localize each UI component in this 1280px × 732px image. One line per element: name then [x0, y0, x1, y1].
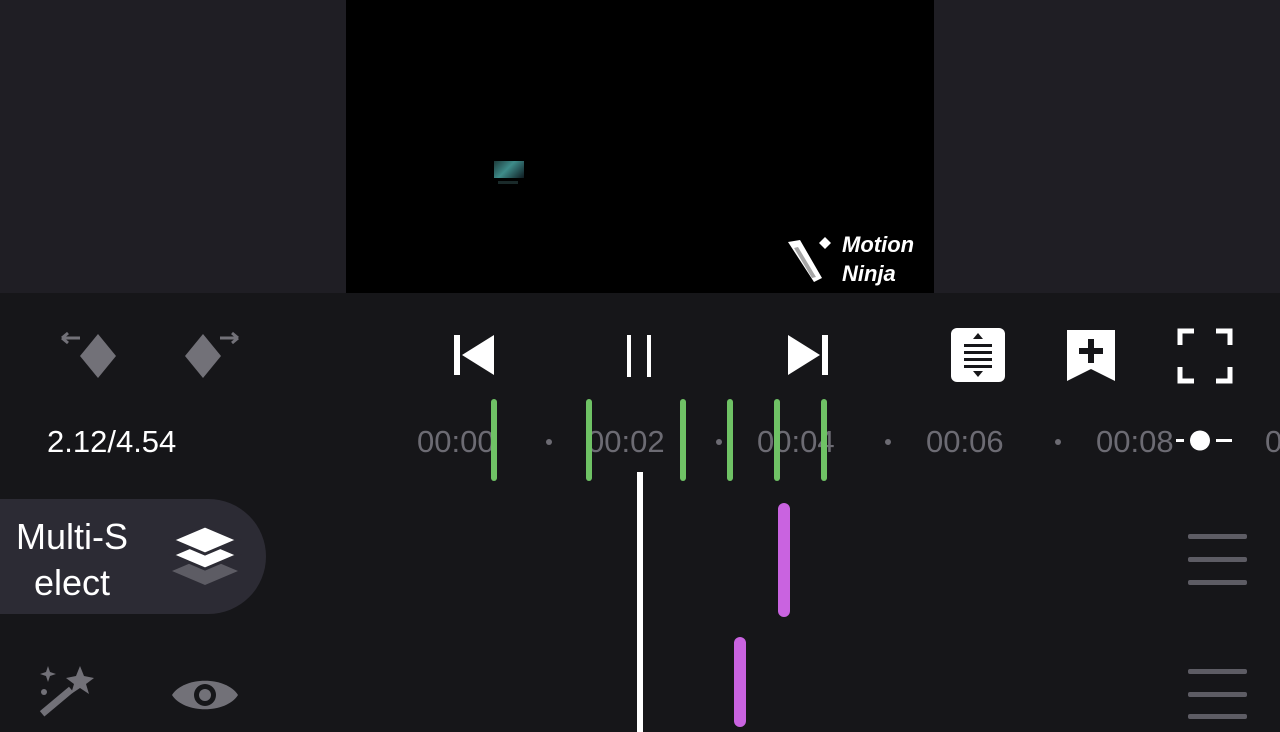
ruler-label: 00:00: [417, 424, 495, 459]
ruler-tick-dot: [885, 439, 891, 445]
ruler-label: 00:06: [926, 424, 1004, 459]
keyframe-marker[interactable]: [586, 399, 592, 481]
drag-handle-icon[interactable]: [1187, 532, 1249, 588]
keyframe-marker[interactable]: [821, 399, 827, 481]
ruler-tick-dot: [716, 439, 722, 445]
layer-thumbnail[interactable]: [494, 161, 524, 178]
clip-marker[interactable]: [778, 503, 790, 617]
multi-select-label: Multi-S elect: [15, 516, 128, 603]
pause-icon[interactable]: [622, 332, 658, 378]
eye-icon[interactable]: [170, 670, 240, 720]
ruler-tick-dot: [546, 439, 552, 445]
playhead[interactable]: [637, 472, 643, 732]
time-readout: 2.12/4.54: [47, 424, 177, 459]
keyframe-marker[interactable]: [774, 399, 780, 481]
clip-marker[interactable]: [734, 637, 746, 727]
next-keyframe-icon[interactable]: [182, 330, 244, 382]
skip-to-end-icon[interactable]: [784, 332, 832, 378]
keyframe-marker[interactable]: [680, 399, 686, 481]
layer-thumbnail-shadow: [498, 181, 518, 184]
skip-to-start-icon[interactable]: [450, 332, 498, 378]
ruler-label: 0: [1265, 424, 1280, 459]
watermark-line-1: Motion: [842, 232, 915, 257]
magic-wand-icon[interactable]: [36, 662, 106, 720]
watermark-text: Motion Ninja: [842, 230, 914, 288]
track-height-icon[interactable]: [950, 327, 1006, 383]
drag-handle-icon[interactable]: [1187, 667, 1249, 720]
layers-icon: [168, 523, 242, 589]
keyframe-marker[interactable]: [491, 399, 497, 481]
ruler-label: 00:02: [587, 424, 665, 459]
prev-keyframe-icon[interactable]: [58, 330, 120, 382]
zoom-slider-icon[interactable]: [1176, 428, 1236, 454]
fullscreen-icon[interactable]: [1176, 327, 1234, 385]
keyframe-marker[interactable]: [727, 399, 733, 481]
ruler-label: 00:08: [1096, 424, 1174, 459]
add-bookmark-icon[interactable]: [1064, 327, 1118, 383]
ruler-tick-dot: [1055, 439, 1061, 445]
watermark-line-2: Ninja: [842, 261, 896, 286]
